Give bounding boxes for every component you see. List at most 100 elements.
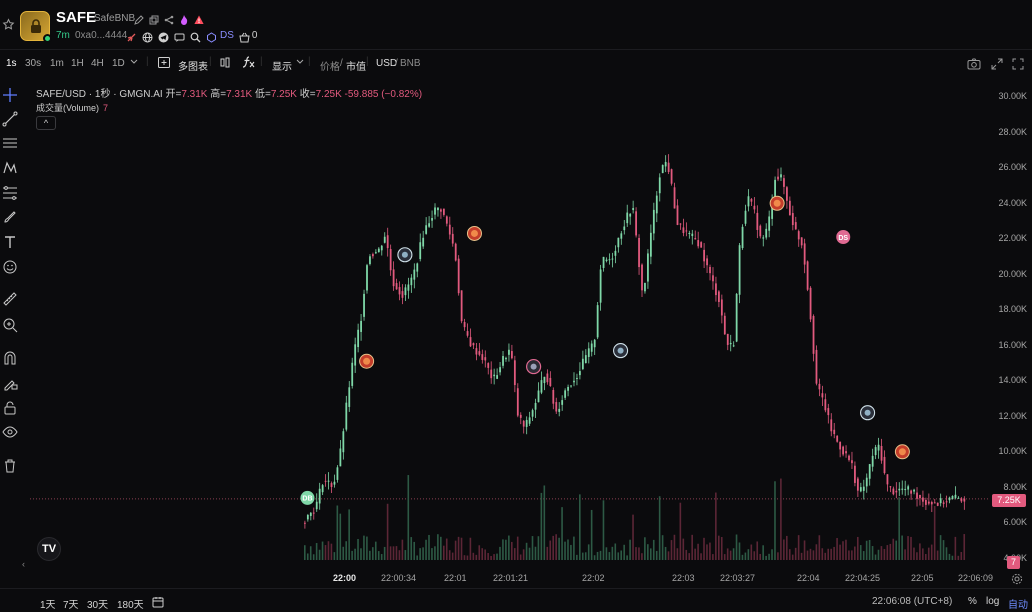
- collapse-arrow-icon[interactable]: ‹: [22, 559, 25, 569]
- camera-icon[interactable]: [967, 57, 981, 70]
- zoom-in-icon[interactable]: [2, 317, 18, 333]
- search-icon[interactable]: [190, 30, 201, 43]
- interval-1d[interactable]: 1D: [112, 58, 125, 69]
- range-7d[interactable]: 7天: [63, 596, 79, 611]
- text-icon[interactable]: [2, 234, 18, 250]
- symbol-label: SAFE/USD · 1秒 · GMGN.AI: [36, 89, 163, 100]
- add-chart-icon[interactable]: [158, 57, 170, 71]
- axis-settings-gear-icon[interactable]: [1011, 572, 1023, 585]
- favorite-star-icon[interactable]: [2, 18, 16, 32]
- volume-bar: [434, 546, 436, 560]
- crosshair-icon[interactable]: [2, 87, 18, 103]
- candle-body: [960, 498, 963, 502]
- tradingview-logo[interactable]: TV: [37, 537, 61, 561]
- volume-bar: [617, 552, 620, 560]
- candle-body: [907, 486, 910, 490]
- range-30d[interactable]: 30天: [87, 596, 108, 611]
- volume-bar: [963, 534, 966, 560]
- trendline-icon[interactable]: [2, 111, 18, 127]
- volume-bar: [664, 546, 667, 560]
- volume-legend: 成交量(Volume) 7: [36, 103, 109, 113]
- volume-bar: [505, 539, 507, 560]
- volume-bar: [788, 549, 791, 560]
- edit-icon[interactable]: [134, 12, 144, 25]
- volume-bar: [874, 554, 877, 560]
- volume-bar: [815, 544, 818, 560]
- time-axis-label: 22:04: [797, 573, 820, 583]
- pattern-icon[interactable]: [2, 160, 18, 176]
- open-value: 7.31K: [181, 89, 208, 100]
- time-axis-label: 22:01: [444, 573, 467, 583]
- eye-icon[interactable]: [2, 424, 18, 440]
- interval-dropdown-icon[interactable]: [130, 57, 138, 68]
- share-icon[interactable]: [164, 12, 174, 25]
- rocket-icon[interactable]: [126, 30, 137, 42]
- horizontal-lines-icon[interactable]: [2, 135, 18, 151]
- interval-4h[interactable]: 4H: [91, 58, 104, 69]
- globe-icon[interactable]: [142, 30, 153, 43]
- legend-collapse-button[interactable]: ^: [36, 116, 56, 130]
- draw-lock-icon[interactable]: [2, 375, 18, 391]
- calendar-icon[interactable]: [152, 595, 164, 608]
- usd-toggle[interactable]: USD: [376, 58, 397, 69]
- interval-1s[interactable]: 1s: [6, 58, 17, 69]
- token-address[interactable]: 0xa0...4444: [75, 30, 127, 41]
- candle-body: [434, 207, 436, 215]
- candle-body: [930, 502, 933, 505]
- time-axis-label: 22:06:09: [958, 573, 994, 583]
- volume-bar: [821, 548, 824, 560]
- chart-toolbar: 1s 30s 1m 1H 4H 1D | 多图表 | | 显示 | 价格 / 市…: [0, 54, 1032, 76]
- ruler-icon[interactable]: [2, 291, 18, 307]
- multi-chart-button[interactable]: 多图表: [178, 58, 208, 73]
- token-avatar[interactable]: [20, 11, 52, 43]
- candle-body: [927, 501, 930, 504]
- mcap-toggle[interactable]: 市值: [346, 58, 366, 73]
- candle-body: [590, 343, 593, 352]
- candle-body: [889, 486, 892, 488]
- bnb-toggle[interactable]: BNB: [400, 58, 421, 69]
- fib-icon[interactable]: [2, 185, 18, 201]
- volume-bar: [655, 550, 658, 560]
- candle-body: [546, 373, 549, 383]
- price-axis-label: 26.00K: [998, 162, 1027, 172]
- community-icon[interactable]: [174, 30, 185, 42]
- magnet-icon[interactable]: [2, 350, 18, 366]
- price-chart[interactable]: DB DS: [30, 82, 1032, 568]
- trader-avatar-face: [363, 357, 371, 365]
- telegram-icon[interactable]: [158, 30, 169, 43]
- clock-readout[interactable]: 22:06:08 (UTC+8): [872, 596, 952, 607]
- candle-body: [685, 230, 688, 232]
- candle-body: [360, 320, 362, 332]
- lock-icon[interactable]: [2, 400, 18, 416]
- copy-icon[interactable]: [149, 12, 159, 25]
- volume-bar: [389, 546, 392, 560]
- display-menu[interactable]: 显示: [272, 58, 292, 73]
- volume-bar: [348, 509, 350, 560]
- log-toggle[interactable]: log: [986, 596, 999, 607]
- expand-icon[interactable]: [991, 57, 1004, 70]
- volume-bar: [463, 555, 466, 560]
- fullscreen-icon[interactable]: [1012, 57, 1025, 70]
- volume-bar: [889, 543, 892, 560]
- trash-icon[interactable]: [2, 458, 18, 474]
- interval-1m[interactable]: 1m: [50, 58, 64, 69]
- percent-toggle[interactable]: %: [968, 596, 977, 607]
- brush-icon[interactable]: [2, 209, 18, 225]
- interval-30s[interactable]: 30s: [25, 58, 41, 69]
- emoji-icon[interactable]: [2, 259, 18, 275]
- range-1d[interactable]: 1天: [40, 596, 56, 611]
- volume-bar: [490, 555, 492, 560]
- auto-toggle[interactable]: 自动: [1008, 596, 1028, 611]
- range-180d[interactable]: 180天: [117, 596, 144, 611]
- interval-1h[interactable]: 1H: [71, 58, 84, 69]
- basket-icon[interactable]: [239, 30, 250, 43]
- volume-bar: [632, 514, 634, 560]
- indicator-compare-icon[interactable]: [220, 57, 231, 71]
- volume-bar: [747, 549, 750, 560]
- display-dropdown-icon[interactable]: [296, 57, 304, 68]
- candle-body: [750, 198, 753, 202]
- indicators-fx-icon[interactable]: [242, 56, 255, 71]
- volume-bar: [581, 552, 584, 560]
- price-toggle[interactable]: 价格: [320, 58, 340, 73]
- volume-bar: [673, 534, 676, 560]
